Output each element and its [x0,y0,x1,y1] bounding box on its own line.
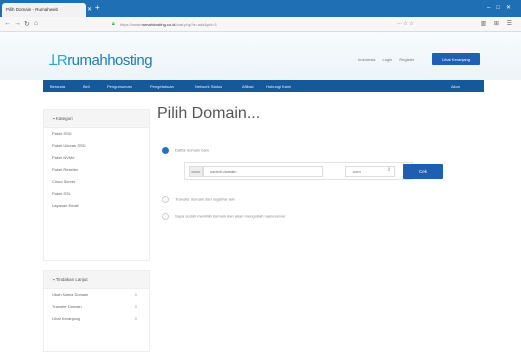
nav-item-announcements[interactable]: Pengumuman [107,84,132,89]
tld-select[interactable]: .com ⇕ [345,166,395,177]
nav-item-account[interactable]: Akun [451,84,460,89]
register-link[interactable]: Register [399,57,414,62]
new-tab-icon[interactable]: + [95,4,100,12]
own-domain-option[interactable]: Saya sudah memiliki domain dan akan meng… [162,213,286,220]
logo-mark-icon: ꞱR [49,52,68,69]
register-option-label: Daftar domain baru [175,147,210,153]
domain-prefix: www. [189,166,203,177]
categories-title: Kategori [55,116,73,121]
action-count: 0 [134,304,137,309]
nav-item-buy[interactable]: Beli [83,84,90,89]
sidebar-item-category[interactable]: Paket SSL [44,188,149,200]
radio-icon[interactable] [162,196,169,203]
check-domain-button[interactable]: Cek [403,164,443,179]
categories-header: ▪ Kategori [44,110,149,128]
top-links: Indonesia Login Register [358,57,420,62]
logo-text: rumahhosting [67,52,153,69]
domain-search-box: www. contoh-domain .com ⇕ [184,162,413,180]
sidebar-item-category[interactable]: Paket Ukuran SSD [44,140,149,152]
site-header: ꞱRrumahhosting Indonesia Login Register … [0,32,521,80]
actions-header: ▪ Tindakan Lanjut [44,271,149,289]
tab-title: Pilih Domain - Rumahweb [6,7,59,12]
transfer-option[interactable]: Transfer domain dari registrar lain [162,196,235,203]
sidebar-item-action[interactable]: Ubah Nama Domain 0 [44,289,149,301]
sidebar-item-action[interactable]: Transfer Domain 0 [44,301,149,313]
radio-selected-icon[interactable] [162,147,169,154]
address-bar[interactable]: 🔒︎ https://www.rumahhosting.co.id/cart.p… [110,20,410,29]
browser-toolbar: ← → ↻ ⌂ 🔒︎ https://www.rumahhosting.co.i… [0,17,521,32]
transfer-option-label: Transfer domain dari registrar lain [175,196,235,202]
domain-input[interactable]: contoh-domain [203,166,323,177]
tld-value: .com [352,169,361,174]
url-path: /cart.php?a=add&pid=1 [175,22,217,27]
actions-panel: ▪ Tindakan Lanjut Ubah Nama Domain 0 Tran… [43,270,150,352]
reload-icon[interactable]: ↻ [24,20,30,28]
back-icon[interactable]: ← [4,20,11,27]
site-logo[interactable]: ꞱRrumahhosting [49,50,153,70]
sidebar-item-category[interactable]: Paket SSD [44,128,149,140]
own-domain-option-label: Saya sudah memiliki domain dan akan meng… [175,213,286,219]
url-prefix: https://www. [120,22,142,27]
nav-item-affiliates[interactable]: Afiliasi [242,84,254,89]
chevron-updown-icon: ⇕ [386,167,391,173]
radio-icon[interactable] [162,213,169,220]
register-option[interactable]: Daftar domain baru [162,147,209,154]
window-controls[interactable]: –□✕ [487,4,517,11]
actions-title: Tindakan Lanjut [55,277,88,282]
categories-panel: ▪ Kategori Paket SSD Paket Ukuran SSD Pa… [43,109,150,261]
url-domain: rumahhosting.co.id [141,22,176,27]
sidebar-item-action[interactable]: Lihat Keranjang 0 [44,313,149,325]
view-cart-button[interactable]: Lihat Keranjang [432,53,480,65]
sidebar-item-category[interactable]: Cloud Server [44,176,149,188]
sidebar-item-category[interactable]: Paket Reseller [44,164,149,176]
forward-icon[interactable]: → [14,20,21,27]
action-count: 0 [134,292,137,297]
language-link[interactable]: Indonesia [358,57,375,62]
lock-icon: 🔒︎ [112,21,115,27]
page-title: Pilih Domain... [157,105,261,122]
page-actions-icon[interactable]: ··· ☆ ☆ [397,21,414,27]
browser-toolbar-icons[interactable]: ▥ ⊞ ☰ [481,20,515,27]
sidebar-item-category[interactable]: Layanan Email [44,200,149,212]
browser-titlebar: Pilih Domain - Rumahweb ✕ + –□✕ [0,0,521,17]
action-label: Ubah Nama Domain [52,292,89,297]
nav-item-home[interactable]: Beranda [50,84,65,89]
action-count: 0 [134,316,137,321]
nav-item-contact[interactable]: Hubungi Kami [266,84,291,89]
nav-item-knowledgebase[interactable]: Pengetahuan [150,84,174,89]
main-nav: Beranda Beli Pengumuman Pengetahuan Netw… [43,80,484,92]
action-label: Transfer Domain [52,304,82,309]
login-link[interactable]: Login [382,57,392,62]
home-icon[interactable]: ⌂ [34,20,38,27]
tab-close-icon[interactable]: ✕ [87,6,92,13]
nav-item-network-status[interactable]: Network Status [195,84,222,89]
action-label: Lihat Keranjang [52,316,81,321]
browser-tab[interactable]: Pilih Domain - Rumahweb [2,3,86,17]
sidebar-item-category[interactable]: Paket NVMe [44,152,149,164]
